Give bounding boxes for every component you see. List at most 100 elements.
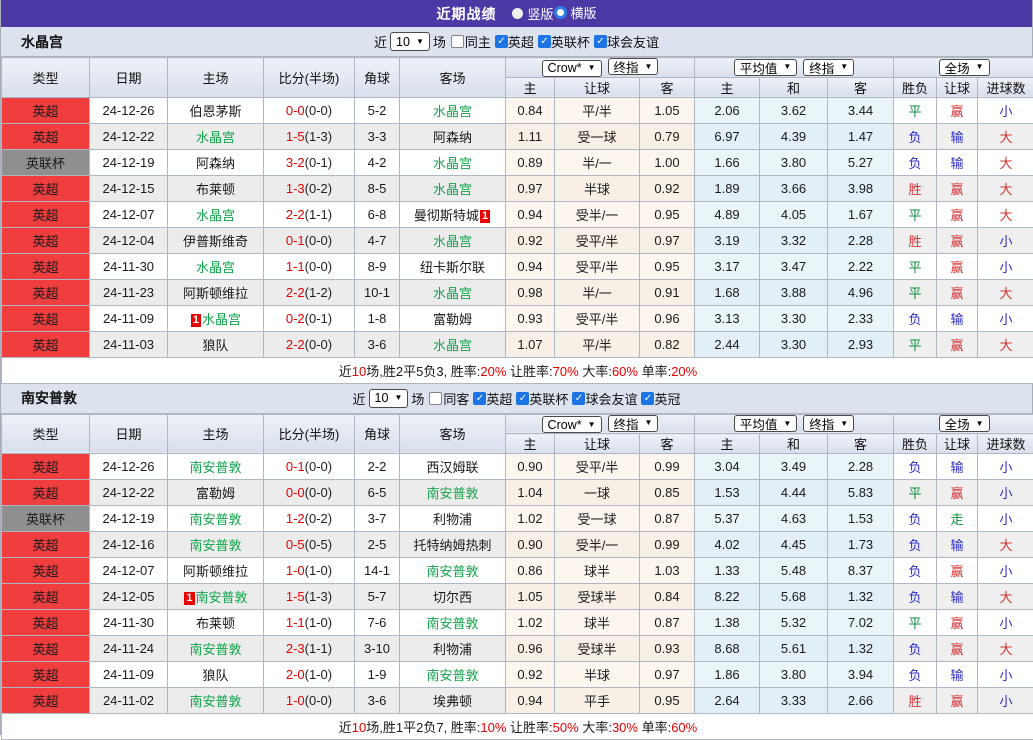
avg-away: 2.93	[828, 331, 894, 357]
full-time-score: 0-1	[286, 233, 305, 248]
avg-home: 8.22	[695, 584, 760, 610]
score: 0-5(0-5)	[264, 532, 355, 558]
same-venue-filter[interactable]: 同主	[451, 32, 491, 51]
league-filter[interactable]: ✓英冠	[641, 389, 680, 408]
score: 0-2(0-1)	[264, 305, 355, 331]
result-goals: 小	[978, 480, 1033, 506]
avg-draw: 3.62	[760, 97, 828, 123]
summary-row: 近10场,胜2平5负3, 胜率:20% 让胜率:70% 大率:60% 单率:20…	[2, 357, 1033, 383]
same-venue-filter[interactable]: 同客	[429, 389, 469, 408]
odds-time-select[interactable]: 终指▼	[608, 58, 659, 75]
league-filter[interactable]: ✓英联杯	[538, 32, 590, 51]
match-row: 英超24-11-30布莱顿1-1(1-0)7-6南安普敦1.02球半0.871.…	[2, 610, 1033, 636]
team-label: 南安普敦	[189, 460, 241, 475]
filter-controls: 近10▼场同客✓英超✓英联杯✓球会友谊✓英冠	[353, 389, 681, 408]
sections-container: 水晶宫近10▼场同主✓英超✓英联杯✓球会友谊类型日期主场比分(半场)角球客场Cr…	[1, 27, 1032, 740]
summary-stat-label: 近	[339, 720, 352, 735]
result-handicap: 赢	[937, 331, 978, 357]
avg-draw: 3.80	[760, 149, 828, 175]
odds-time-select[interactable]: 终指▼	[608, 415, 659, 432]
score: 1-1(1-0)	[264, 610, 355, 636]
odds-handicap: 受平/半	[555, 454, 640, 480]
odds-source-select[interactable]: Crow*▼	[542, 416, 602, 433]
full-time-score: 2-2	[286, 285, 305, 300]
match-count-select[interactable]: 10▼	[369, 389, 409, 408]
league-filter[interactable]: ✓英联杯	[516, 389, 568, 408]
result-outcome: 负	[894, 558, 937, 584]
full-time-score: 1-0	[286, 693, 305, 708]
result-outcome: 负	[894, 532, 937, 558]
league-checkbox-checked-icon[interactable]: ✓	[594, 35, 607, 48]
match-date: 24-11-09	[90, 662, 168, 688]
avg-home: 3.04	[695, 454, 760, 480]
same-venue-checkbox-unchecked-icon[interactable]	[451, 35, 464, 48]
team-label: 南安普敦	[196, 590, 248, 605]
odds-handicap: 受球半	[555, 636, 640, 662]
league-checkbox-checked-icon[interactable]: ✓	[516, 392, 529, 405]
sub-column-header: 胜负	[894, 77, 937, 97]
result-handicap: 赢	[937, 227, 978, 253]
league-checkbox-checked-icon[interactable]: ✓	[538, 35, 551, 48]
league-checkbox-checked-icon[interactable]: ✓	[495, 35, 508, 48]
league-badge: 英超	[2, 480, 90, 506]
avg-time-select[interactable]: 终指▼	[803, 59, 854, 76]
odds-handicap: 受一球	[555, 123, 640, 149]
league-filter[interactable]: ✓球会友谊	[572, 389, 637, 408]
odds-away: 0.93	[640, 636, 695, 662]
league-filter[interactable]: ✓球会友谊	[594, 32, 659, 51]
result-goals: 大	[978, 175, 1033, 201]
match-row: 英超24-12-07水晶宫2-2(1-1)6-8曼彻斯特城10.94受半/一0.…	[2, 201, 1033, 227]
select-value: 全场	[945, 58, 970, 77]
scope-select[interactable]: 全场▼	[939, 59, 990, 76]
sub-column-header: 客	[828, 77, 894, 97]
radio-button-icon[interactable]	[512, 8, 523, 19]
avg-draw: 3.30	[760, 331, 828, 357]
league-checkbox-checked-icon[interactable]: ✓	[572, 392, 585, 405]
summary-stat-value: 60%	[671, 720, 697, 735]
odds-handicap: 一球	[555, 480, 640, 506]
odds-group-header: Crow*▼ 终指▼	[506, 414, 695, 434]
red-card-badge: 1	[191, 314, 201, 327]
near-label: 近	[353, 389, 366, 408]
full-time-score: 0-0	[286, 485, 305, 500]
result-goals: 大	[978, 123, 1033, 149]
avg-home: 1.53	[695, 480, 760, 506]
result-goals: 小	[978, 253, 1033, 279]
team-label: 纽卡斯尔联	[420, 260, 485, 275]
layout-radio-option[interactable]: 竖版	[512, 4, 553, 23]
away-team: 切尔西	[400, 584, 506, 610]
chevron-down-icon: ▼	[394, 394, 402, 402]
full-time-score: 1-1	[286, 259, 305, 274]
team-label: 切尔西	[433, 590, 472, 605]
corners: 3-3	[355, 123, 400, 149]
league-filter[interactable]: ✓英超	[473, 389, 512, 408]
avg-source-select[interactable]: 平均值▼	[734, 415, 797, 432]
match-date: 24-12-04	[90, 227, 168, 253]
full-time-score: 1-1	[286, 615, 305, 630]
team-label: 水晶宫	[433, 234, 472, 249]
same-venue-checkbox-unchecked-icon[interactable]	[429, 392, 442, 405]
team-label: 富勒姆	[433, 312, 472, 327]
layout-radio-group: 竖版横版	[512, 3, 596, 24]
column-header: 日期	[90, 414, 168, 454]
away-team: 阿森纳	[400, 123, 506, 149]
select-value: 终指	[614, 414, 639, 433]
half-time-score: (0-1)	[305, 311, 332, 326]
chevron-down-icon: ▼	[840, 63, 848, 71]
match-row: 英超24-12-15布莱顿1-3(0-2)8-5水晶宫0.97半球0.921.8…	[2, 175, 1033, 201]
radio-button-icon[interactable]	[554, 6, 567, 19]
avg-source-select[interactable]: 平均值▼	[734, 59, 797, 76]
league-checkbox-checked-icon[interactable]: ✓	[473, 392, 486, 405]
scope-select[interactable]: 全场▼	[939, 415, 990, 432]
league-badge: 英超	[2, 662, 90, 688]
league-checkbox-checked-icon[interactable]: ✓	[641, 392, 654, 405]
avg-draw: 3.47	[760, 253, 828, 279]
league-filter[interactable]: ✓英超	[495, 32, 534, 51]
odds-source-select[interactable]: Crow*▼	[542, 60, 602, 77]
avg-time-select[interactable]: 终指▼	[803, 415, 854, 432]
corners: 6-5	[355, 480, 400, 506]
layout-radio-selected[interactable]: 横版	[554, 3, 597, 22]
odds-away: 0.87	[640, 506, 695, 532]
match-count-select[interactable]: 10▼	[390, 32, 430, 51]
team-label: 南安普敦	[189, 642, 241, 657]
